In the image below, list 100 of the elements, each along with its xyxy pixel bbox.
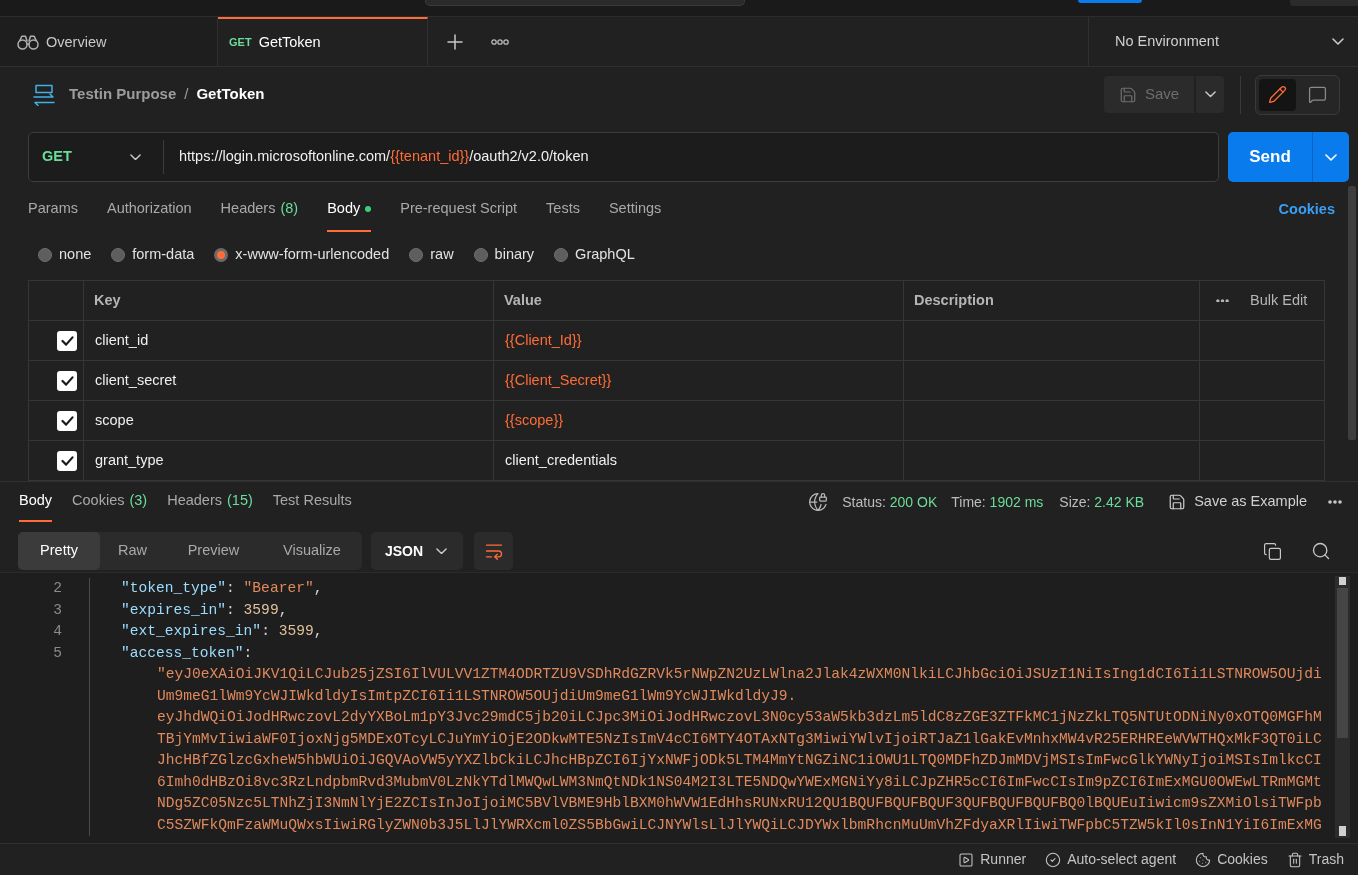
checkmark-icon: [60, 375, 74, 386]
checkbox[interactable]: [57, 330, 77, 351]
size-text: Size: 2.42 KB: [1059, 492, 1145, 512]
tab[interactable]: Headers (8): [220, 188, 299, 232]
code-line: "access_token":: [121, 644, 253, 661]
code-line: JhcHBfZGlzcGxheW5hbWUiOiJGQVAoVW5yYXZlbCkiLCJhcHBpZCI6IjYxNWFjODk5LTM4MmYtNGZiNC1iOWU1LTQ0MDFhZDJmMDVjMSIsImFwcGlkYWNyIjoiMSIsImlkcCI: [157, 752, 1322, 768]
line-number: 4: [52, 622, 62, 641]
cookies-link[interactable]: Cookies: [1278, 199, 1335, 221]
radio-label[interactable]: binary: [494, 244, 535, 266]
method-dropdown[interactable]: GET: [29, 133, 163, 181]
table-cell-text: grant_type: [95, 450, 164, 470]
scrollbar[interactable]: [1348, 186, 1356, 440]
status-bar-button[interactable]: Auto-select agent: [1045, 849, 1177, 870]
radio-button[interactable]: [214, 248, 229, 262]
more-icon[interactable]: [491, 38, 509, 45]
status-bar-button[interactable]: Runner: [958, 849, 1027, 870]
edit-button[interactable]: [1259, 78, 1296, 111]
line-number: 5: [52, 643, 62, 663]
check-circle-icon: [1045, 851, 1062, 868]
checkbox[interactable]: [57, 450, 77, 471]
table-cell-text: client_id: [95, 330, 149, 350]
binoculars-icon: [17, 35, 39, 50]
globe-lock-icon[interactable]: [808, 492, 829, 512]
view-mode-tab[interactable]: Preview: [165, 532, 262, 570]
radio-label[interactable]: x-www-form-urlencoded: [235, 244, 390, 266]
tab[interactable]: Body: [19, 482, 53, 522]
url-field[interactable]: https://login.microsoftonline.com/{{tenant_id}}/oauth2/v2.0/token: [179, 146, 589, 168]
more-icon[interactable]: [1328, 500, 1342, 504]
pencil-icon: [1268, 85, 1287, 104]
column-header: Description: [914, 290, 994, 310]
checkmark-icon: [60, 335, 74, 346]
tab[interactable]: GET GetToken: [218, 17, 428, 66]
line-number: 3: [52, 600, 62, 620]
breadcrumb-separator: /: [184, 84, 189, 105]
comment-icon: [1308, 85, 1327, 104]
tab[interactable]: Cookies (3): [72, 482, 148, 522]
radio-button[interactable]: [111, 248, 126, 262]
tab[interactable]: Pre-request Script: [400, 188, 518, 232]
save-example-button[interactable]: Save as Example: [1168, 491, 1307, 513]
wrap-button[interactable]: [474, 532, 513, 570]
view-mode-tab[interactable]: Visualize: [262, 532, 362, 570]
tab[interactable]: Params: [28, 188, 78, 232]
format-dropdown[interactable]: JSON: [371, 532, 463, 570]
column-header: Value: [504, 290, 542, 310]
chevron-down-icon: [436, 547, 447, 555]
trash-icon: [1286, 851, 1303, 868]
radio-button[interactable]: [554, 248, 569, 262]
code-line: C5SZWFkQmFzaWMuQWxsIiwiRGlyZWN0b3J5LlJlYWRXcml0ZS5BbGwiLCJNYWlsLlJlYWQiLCJDYWxlbmRhcnMuUmVhZFdyaXRlIiwiTWFpbC5TZW5kIl0sInN1YiI6ImExMG: [157, 816, 1322, 833]
checkmark-icon: [60, 455, 74, 466]
checkbox[interactable]: [57, 370, 77, 391]
tab[interactable]: Body: [327, 188, 372, 232]
arrows-icon: [33, 83, 55, 106]
tab[interactable]: Authorization: [106, 188, 192, 232]
code-line: Um9meG1lWm9YcWJIWkdldyIsImtpZCI6Ii1LSTNROW5OUjdiUm9meG1lWm9YcWJIWkdldyJ9.: [157, 687, 797, 704]
radio-label[interactable]: raw: [430, 244, 454, 266]
chevron-down-icon: [1325, 153, 1337, 161]
checkmark-icon: [60, 415, 74, 426]
checkbox[interactable]: [57, 410, 77, 431]
radio-button[interactable]: [409, 248, 424, 262]
code-line: "token_type": "Bearer",: [121, 580, 323, 596]
code-line: eyJhdWQiOiJodHRwczovL2dyYXBoLm1pY3Jvc29mdC5jb20iLCJpc3MiOiJodHRwczovL3N0cy53aW5kb3dzLm5ldC8zZGE3ZTFkMC1jNzZkLTQ5NTUtODNiNy0xOTQ0MGFhM: [157, 709, 1322, 725]
scrollbar[interactable]: [1335, 576, 1350, 838]
table-cell-text: {{scope}}: [505, 410, 564, 430]
table-cell-text: {{Client_Secret}}: [505, 370, 612, 390]
table-cell-text: {{Client_Id}}: [505, 330, 582, 350]
code-line: "eyJ0eXAiOiJKV1QiLCJub25jZSI6IlVULVV1ZTM4ODRTZU9VSDhRdGZRVk5rNWpZN2UzLWlna2Jlak4zWXM0NlkiLCJhbGciOiJSUzI1NiIsIng1dCI6Ii1LSTNROW5OUjdi: [157, 666, 1322, 682]
chevron-down-icon: [130, 153, 141, 161]
table-cell-text: client_secret: [95, 370, 177, 390]
radio-button[interactable]: [473, 248, 488, 262]
table-cell-text: scope: [95, 410, 134, 430]
column-header: Key: [94, 290, 121, 310]
tab[interactable]: Tests: [546, 188, 580, 232]
status-bar-button[interactable]: Cookies: [1195, 849, 1268, 870]
chevron-down-icon: [1332, 38, 1344, 45]
code-line: "expires_in": 3599,: [121, 601, 288, 618]
radio-button[interactable]: [38, 248, 52, 262]
radio-label[interactable]: form-data: [132, 244, 195, 266]
search-icon[interactable]: [1311, 541, 1331, 561]
view-mode-tab[interactable]: Pretty: [18, 532, 100, 570]
tab[interactable]: Test Results: [272, 482, 352, 522]
search-field[interactable]: [425, 0, 745, 6]
more-icon[interactable]: [1216, 298, 1229, 303]
save-options-button[interactable]: [1196, 76, 1224, 113]
bulk-edit-button[interactable]: Bulk Edit: [1250, 289, 1308, 312]
tab[interactable]: Settings: [608, 188, 662, 232]
status-text: Status: 200 OK: [842, 492, 938, 512]
status-bar-button[interactable]: Trash: [1286, 849, 1344, 870]
environment-dropdown[interactable]: No Environment: [1088, 17, 1358, 66]
copy-icon[interactable]: [1263, 541, 1282, 561]
radio-label[interactable]: GraphQL: [575, 244, 635, 266]
view-mode-tab[interactable]: Raw: [100, 532, 165, 570]
send-button[interactable]: Send: [1228, 132, 1312, 182]
method-label: GET: [229, 35, 252, 51]
new-tab-icon[interactable]: [447, 33, 463, 50]
code-line: 6Imh0dHBzOi8vc3RzLndpbmRvd3MubmV0LzNkYTdlMWQwLWM3NmQtNDk1NS04M2I3LTE5NDQwYWExMGNiYy8iLCJpZHR5cCI6ImFwcCIsIm9pZCI6ImExMGU0OWEwLTRmMGMt: [157, 773, 1322, 790]
tab[interactable]: Headers (15): [167, 482, 253, 522]
radio-label[interactable]: none: [59, 244, 92, 266]
code-line: NDg5ZC05Nzc5LTNhZjI3NmNlYjE2ZCIsInJoIjoiMC5BVlVBME9HblBXM0hWVW1EdHhsRUNxRU12QU1BQUFBQUFBQUF3QUFBQUFBQUFBQ0lBQUEuIiwicm9sZXMiOlsiTWFpb: [157, 795, 1322, 811]
breadcrumb-link[interactable]: Testin Purpose: [69, 83, 177, 106]
code-line: TBjYmMvIiwiaWF0IjoxNjg5MDExOTcyLCJuYmYiOjE2ODkwMTE5NzIsImV4cCI6MTY4OTAxNTg3MiwiYWlvIjoiRTJaZ1lGakEvMnhxMW4vR25ERHREeWVWTHQxMkF3QT0iLC: [157, 730, 1322, 747]
